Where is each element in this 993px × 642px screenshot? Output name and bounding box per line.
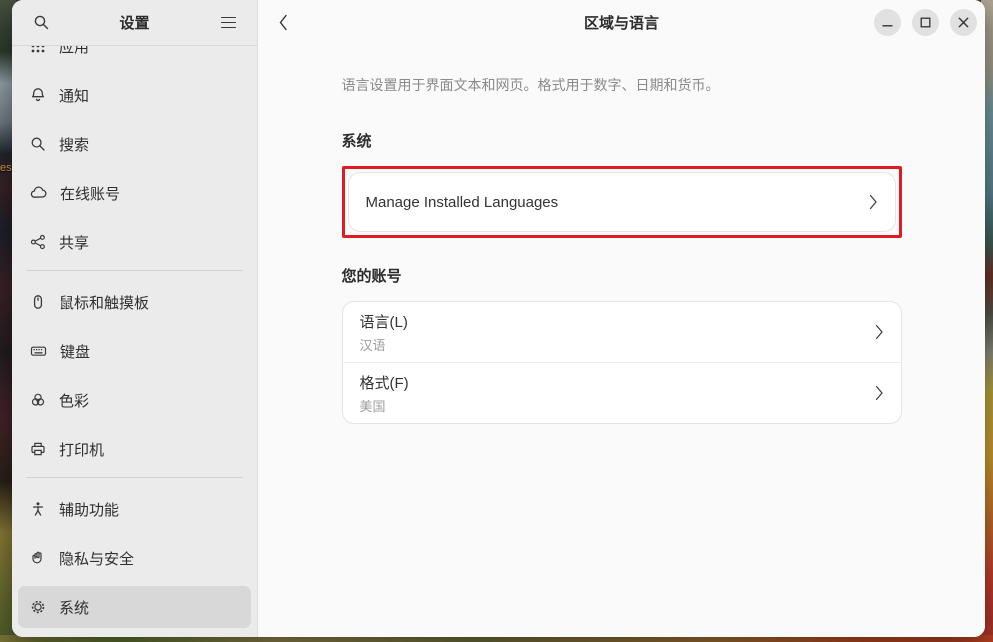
content-pane: 区域与语言 [258,0,985,637]
sidebar-nav: 应用 通知 搜索 [12,46,257,637]
sidebar-item-label: 辅助功能 [59,499,119,520]
mouse-icon [30,294,46,310]
close-button[interactable] [950,9,977,36]
minimize-icon [882,17,893,28]
sidebar-item-label: 搜索 [59,134,89,155]
manage-installed-languages-row[interactable]: Manage Installed Languages [349,173,895,231]
sidebar-item-label: 色彩 [59,390,89,411]
search-button[interactable] [26,8,56,38]
row-title: Manage Installed Languages [366,194,559,211]
sidebar-header: 设置 [12,0,257,46]
sidebar-item-sharing[interactable]: 共享 [18,221,251,263]
close-icon [958,17,969,28]
chevron-right-icon [869,194,878,210]
minimize-button[interactable] [874,9,901,36]
keyboard-icon [30,343,47,359]
content-header: 区域与语言 [258,0,985,45]
sidebar-divider [26,270,243,271]
back-chevron-icon [279,14,288,31]
accessibility-icon [30,501,46,517]
privacy-hand-icon [30,550,46,566]
window-controls [874,9,977,36]
sidebar-item-label: 打印机 [59,439,104,460]
sidebar-item-label: 系统 [59,597,89,618]
maximize-button[interactable] [912,9,939,36]
sidebar-item-label: 通知 [59,85,89,106]
page-description: 语言设置用于界面文本和网页。格式用于数字、日期和货币。 [342,76,902,94]
sidebar-item-mouse-touchpad[interactable]: 鼠标和触摸板 [18,281,251,323]
sidebar-item-label: 在线账号 [60,183,120,204]
sidebar-item-printers[interactable]: 打印机 [18,428,251,470]
sidebar-item-label: 共享 [59,232,89,253]
back-button[interactable] [268,8,298,38]
sidebar-item-label: 鼠标和触摸板 [59,292,149,313]
sidebar-item-apps[interactable]: 应用 [18,46,251,67]
red-highlight-annotation: Manage Installed Languages [342,166,902,238]
sidebar-item-system[interactable]: 系统 [18,586,251,628]
apps-grid-icon [30,46,46,54]
sidebar-item-notifications[interactable]: 通知 [18,74,251,116]
row-title: 语言(L) [360,311,408,332]
content-body: 语言设置用于界面文本和网页。格式用于数字、日期和货币。 系统 Manage In… [258,45,985,637]
sidebar-item-color[interactable]: 色彩 [18,379,251,421]
sidebar-item-label: 键盘 [60,341,90,362]
chevron-right-icon [875,385,884,401]
row-title: 格式(F) [360,372,409,393]
hamburger-icon [221,17,236,29]
sidebar-item-search[interactable]: 搜索 [18,123,251,165]
printer-icon [30,441,46,457]
formats-row[interactable]: 格式(F) 美国 [343,363,901,423]
cloud-icon [30,185,47,201]
sidebar-item-label: 隐私与安全 [59,548,134,569]
chevron-right-icon [875,324,884,340]
language-row[interactable]: 语言(L) 汉语 [343,302,901,362]
sidebar: 设置 应用 [12,0,258,637]
sidebar-item-online-accounts[interactable]: 在线账号 [18,172,251,214]
main-menu-button[interactable] [213,8,243,38]
search-icon [33,14,50,31]
desktop-icon-label-fragment: es [0,162,12,174]
sidebar-divider [26,477,243,478]
gear-icon [30,599,46,615]
sidebar-item-keyboard[interactable]: 键盘 [18,330,251,372]
row-subtitle: 汉语 [360,335,408,354]
sidebar-item-accessibility[interactable]: 辅助功能 [18,488,251,530]
sidebar-item-label: 应用 [59,46,89,57]
account-language-card: 语言(L) 汉语 格式(F) 美国 [342,301,902,424]
system-languages-card: Manage Installed Languages [348,172,896,232]
section-title-account: 您的账号 [342,265,902,286]
section-title-system: 系统 [342,130,902,151]
bell-icon [30,87,46,103]
magnifier-icon [30,136,46,152]
row-subtitle: 美国 [360,396,409,415]
settings-window: 设置 应用 [12,0,985,637]
maximize-icon [920,17,931,28]
color-icon [30,392,46,408]
share-icon [30,234,46,250]
sidebar-item-privacy-security[interactable]: 隐私与安全 [18,537,251,579]
